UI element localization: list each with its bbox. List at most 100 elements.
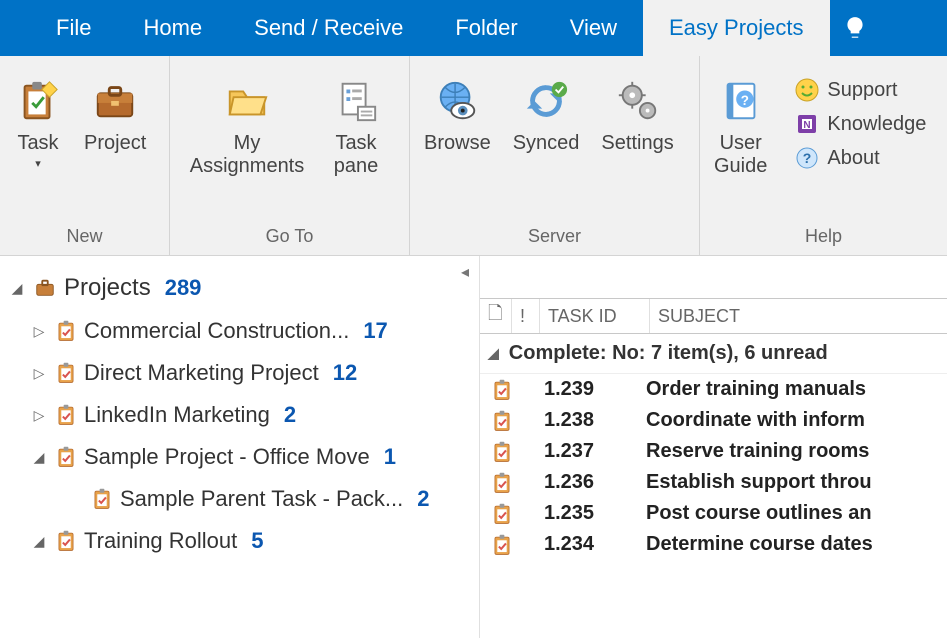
clipboard-check-icon [92, 488, 112, 510]
task-row[interactable]: 1.235Post course outlines an [480, 498, 947, 529]
task-id: 1.236 [516, 471, 646, 494]
expander-icon[interactable]: ▷ [30, 323, 48, 340]
collapse-pane-icon[interactable]: ◂ [461, 262, 469, 282]
task-row[interactable]: 1.234Determine course dates [480, 529, 947, 560]
knowledge-label: Knowledge [827, 113, 926, 136]
about-link[interactable]: ? About [795, 146, 926, 170]
expander-icon[interactable]: ◢ [30, 449, 48, 466]
tree-item-count: 17 [363, 318, 387, 344]
task-subject: Reserve training rooms [646, 440, 947, 463]
tree-item-label: Training Rollout [84, 528, 237, 554]
task-subject: Coordinate with inform [646, 409, 947, 432]
clipboard-check-icon [56, 320, 76, 342]
ribbon-group-new-label: New [8, 220, 161, 255]
col-type-icon[interactable]: 🗋 [480, 299, 512, 333]
about-label: About [827, 147, 879, 170]
tree-item[interactable]: Sample Parent Task - Pack...2 [8, 478, 479, 520]
clipboard-check-icon [56, 446, 76, 468]
project-button[interactable]: Project [78, 68, 152, 159]
expander-icon[interactable]: ◢ [8, 280, 26, 297]
clipboard-check-icon [488, 441, 516, 463]
expander-icon[interactable]: ◢ [30, 533, 48, 550]
task-subject: Determine course dates [646, 533, 947, 556]
ribbon: Task ▾ Project New [0, 56, 947, 256]
task-subject: Post course outlines an [646, 502, 947, 525]
browse-label: Browse [424, 132, 491, 155]
clipboard-check-icon [56, 404, 76, 426]
support-link[interactable]: Support [795, 78, 926, 102]
col-task-id[interactable]: TASK ID [540, 299, 650, 333]
expander-icon[interactable]: ▷ [30, 365, 48, 382]
my-assignments-button[interactable]: My Assignments [178, 68, 316, 182]
clipboard-check-icon [488, 503, 516, 525]
project-button-label: Project [84, 132, 146, 155]
tree-item[interactable]: ◢ Training Rollout 5 [8, 520, 479, 562]
ribbon-group-help: ? User Guide Support N Knowledge ? About [700, 56, 947, 255]
tab-home[interactable]: Home [117, 0, 228, 56]
tree-root-count: 289 [165, 275, 202, 301]
task-subject: Establish support throu [646, 471, 947, 494]
expander-icon[interactable]: ◢ [488, 345, 499, 362]
task-subject: Order training manuals [646, 378, 947, 401]
task-id: 1.235 [516, 502, 646, 525]
clipboard-check-icon [488, 379, 516, 401]
svg-text:N: N [804, 120, 811, 131]
task-list-pane: 🗋 ! TASK ID SUBJECT ◢ Complete: No: 7 it… [480, 256, 947, 638]
clipboard-task-icon [15, 78, 61, 124]
task-row[interactable]: 1.238Coordinate with inform [480, 405, 947, 436]
tree-item-label: Commercial Construction... [84, 318, 349, 344]
task-row[interactable]: 1.239Order training manuals [480, 374, 947, 405]
ribbon-group-server-label: Server [418, 220, 691, 255]
user-guide-button[interactable]: ? User Guide [708, 68, 773, 182]
tree-item[interactable]: ▷ Commercial Construction... 17 [8, 310, 479, 352]
briefcase-small-icon [34, 277, 56, 299]
tree-item-count: 5 [251, 528, 263, 554]
briefcase-icon [92, 78, 138, 124]
synced-button[interactable]: Synced [507, 68, 586, 159]
lightbulb-icon [842, 15, 868, 41]
my-assignments-label: My Assignments [190, 132, 305, 178]
knowledge-link[interactable]: N Knowledge [795, 112, 926, 136]
clipboard-check-icon [488, 472, 516, 494]
guide-icon: ? [718, 78, 764, 124]
task-row[interactable]: 1.237Reserve training rooms [480, 436, 947, 467]
tab-send-receive[interactable]: Send / Receive [228, 0, 429, 56]
book-icon: N [795, 112, 819, 136]
task-button[interactable]: Task ▾ [8, 68, 68, 174]
tab-easy-projects[interactable]: Easy Projects [643, 0, 830, 56]
expander-icon[interactable]: ▷ [30, 407, 48, 424]
tell-me-bulb[interactable] [830, 0, 880, 56]
tab-file[interactable]: File [30, 0, 117, 56]
task-id: 1.238 [516, 409, 646, 432]
task-column-header: 🗋 ! TASK ID SUBJECT [480, 298, 947, 334]
task-group-label: Complete: No: 7 item(s), 6 unread [509, 342, 828, 365]
tree-item-label: LinkedIn Marketing [84, 402, 270, 428]
tree-item[interactable]: ▷LinkedIn Marketing2 [8, 394, 479, 436]
task-row[interactable]: 1.236Establish support throu [480, 467, 947, 498]
gears-icon [615, 78, 661, 124]
chevron-down-icon: ▾ [35, 157, 41, 170]
task-group-header[interactable]: ◢ Complete: No: 7 item(s), 6 unread [480, 334, 947, 374]
globe-eye-icon [434, 78, 480, 124]
ribbon-group-server: Browse Synced [410, 56, 700, 255]
tab-folder[interactable]: Folder [429, 0, 543, 56]
ribbon-group-goto-label: Go To [178, 220, 401, 255]
tab-view[interactable]: View [544, 0, 643, 56]
tree-root-label: Projects [64, 274, 151, 302]
tree-root-projects[interactable]: ◢ Projects 289 [8, 266, 479, 310]
col-subject[interactable]: SUBJECT [650, 299, 947, 333]
tree-item[interactable]: ▷Direct Marketing Project12 [8, 352, 479, 394]
task-pane-button[interactable]: Task pane [326, 68, 386, 182]
tree-item[interactable]: ◢Sample Project - Office Move1 [8, 436, 479, 478]
browse-button[interactable]: Browse [418, 68, 497, 159]
clipboard-check-icon [488, 534, 516, 556]
smiley-icon [795, 78, 819, 102]
clipboard-check-icon [56, 362, 76, 384]
ribbon-group-new: Task ▾ Project New [0, 56, 170, 255]
task-pane-label: Task pane [334, 132, 379, 178]
col-importance[interactable]: ! [512, 299, 540, 333]
sync-check-icon [523, 78, 569, 124]
user-guide-label: User Guide [714, 132, 767, 178]
svg-text:?: ? [740, 93, 748, 108]
settings-button[interactable]: Settings [595, 68, 679, 159]
